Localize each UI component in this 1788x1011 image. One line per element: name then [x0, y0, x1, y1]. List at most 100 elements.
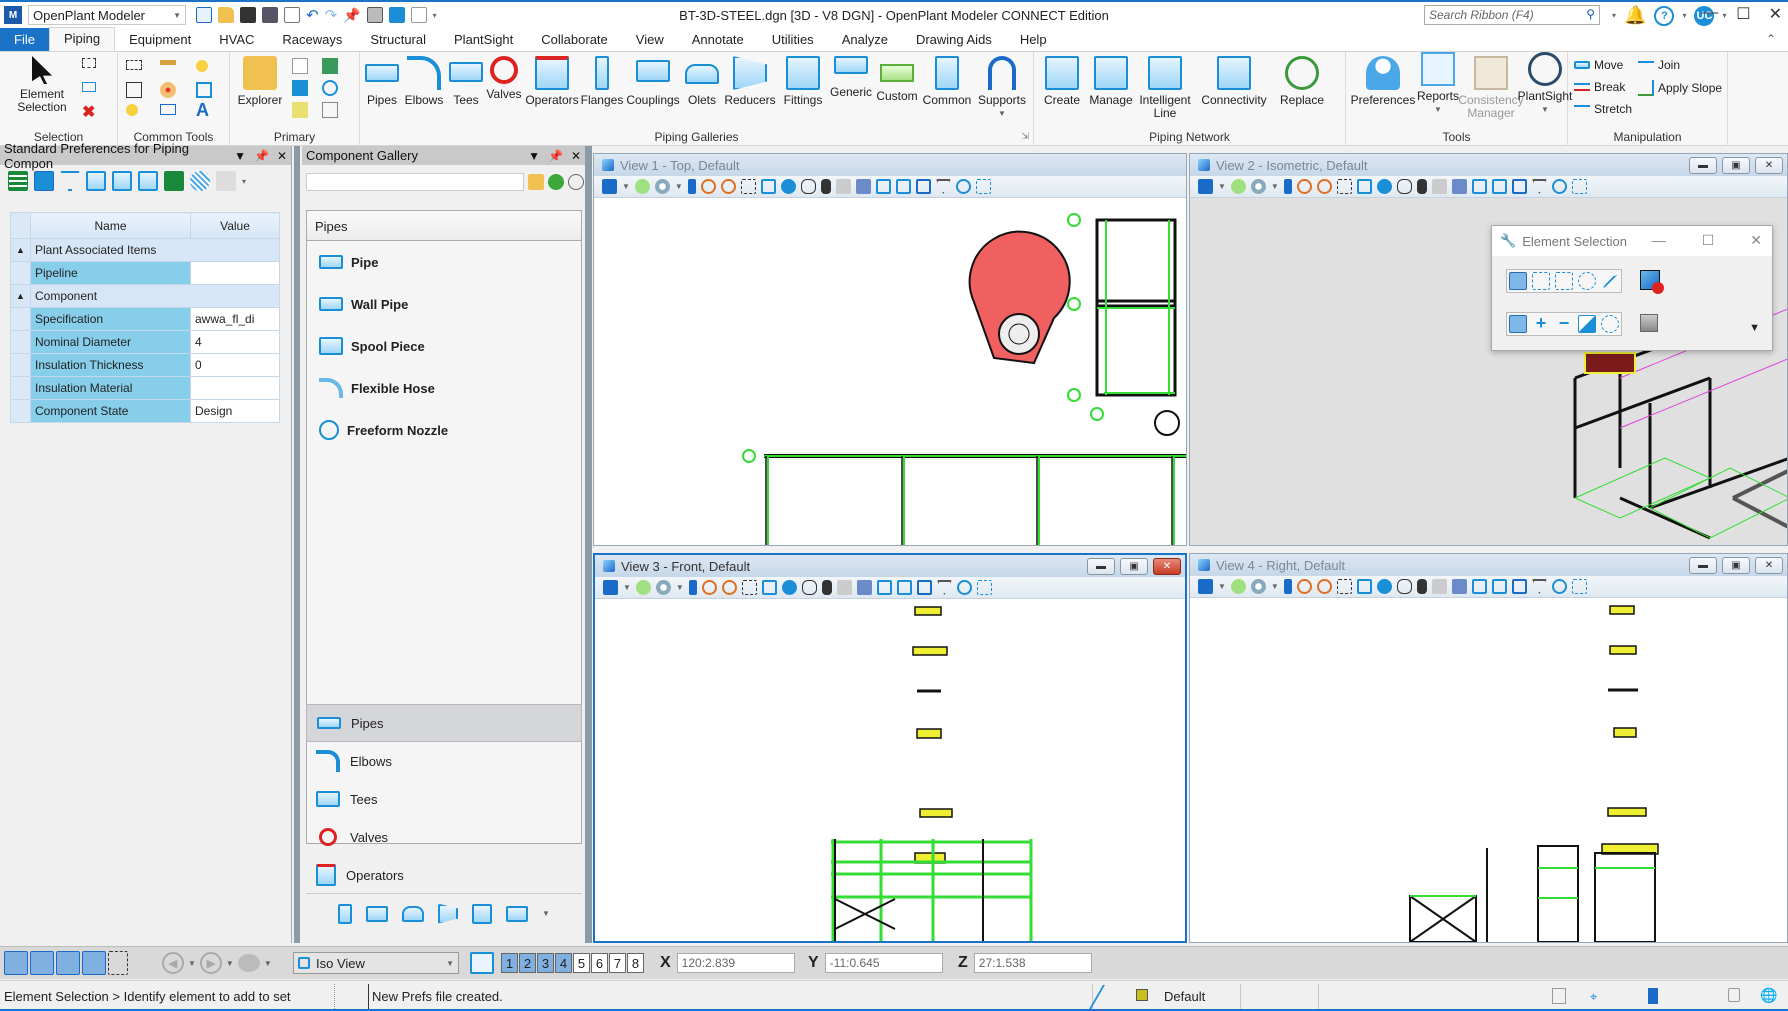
display-style-icon[interactable] — [654, 179, 670, 194]
view-attributes-icon[interactable] — [602, 179, 617, 194]
measure-button[interactable] — [160, 60, 176, 65]
tee-preference-icon[interactable] — [86, 171, 106, 191]
gallery-couplings-button[interactable]: Couplings — [624, 56, 682, 107]
pan-hand-icon[interactable] — [801, 580, 817, 595]
walk-icon[interactable] — [820, 179, 831, 194]
workflow-selector[interactable]: OpenPlant Modeler ▼ — [28, 5, 186, 25]
search-dropdown-icon[interactable]: ▾ — [1612, 11, 1616, 20]
shape-method-icon[interactable] — [1555, 272, 1573, 290]
walk-icon[interactable] — [1416, 579, 1427, 594]
fit-view-icon[interactable] — [1356, 579, 1372, 594]
v8-icon[interactable] — [196, 7, 212, 23]
restore-view-button[interactable]: ▣ — [1722, 157, 1750, 174]
app-logo-icon[interactable]: M — [4, 6, 22, 24]
minimize-view-button[interactable]: ▬ — [1689, 557, 1717, 574]
preferences-button[interactable]: Preferences — [1350, 56, 1416, 107]
pin-icon[interactable]: 📌 — [548, 149, 563, 163]
view-attributes-icon[interactable] — [603, 580, 618, 595]
view-display-icon[interactable] — [935, 179, 951, 194]
gallery-item-pipe[interactable]: Pipe — [307, 241, 581, 283]
levels-icon[interactable] — [634, 179, 650, 194]
fit-view-icon[interactable] — [761, 580, 777, 595]
zoom-in-icon[interactable] — [1296, 179, 1312, 194]
pan-hand-icon[interactable] — [1396, 179, 1412, 194]
customize-qat-icon[interactable]: ▾ — [433, 11, 437, 20]
panel-splitter[interactable] — [585, 146, 592, 943]
gallery-elbows-button[interactable]: Elbows — [402, 56, 446, 107]
close-panel-icon[interactable]: ✕ — [277, 149, 287, 163]
view-icon[interactable] — [388, 7, 405, 23]
panel-menu-icon[interactable]: ▼ — [234, 149, 246, 163]
window-area-icon[interactable] — [740, 179, 756, 194]
place-block-button[interactable] — [160, 104, 176, 115]
color-palette-button[interactable] — [160, 82, 176, 98]
overflow-chevron-icon[interactable]: ▼ — [542, 909, 550, 918]
update-view-icon[interactable] — [1283, 579, 1292, 594]
property-value[interactable]: 0 — [190, 353, 280, 377]
copy-view-icon[interactable] — [916, 580, 932, 595]
gallery-item-spool-piece[interactable]: Spool Piece — [307, 325, 581, 367]
display-style-icon[interactable] — [1250, 579, 1266, 594]
zoom-in-icon[interactable] — [1296, 579, 1312, 594]
filter-icon[interactable] — [60, 171, 80, 191]
fit-view-icon[interactable] — [1356, 179, 1372, 194]
view-attributes-icon[interactable] — [1198, 179, 1213, 194]
chevron-down-icon[interactable]: ▼ — [188, 959, 196, 968]
keypad-button[interactable] — [322, 102, 338, 118]
lock-icon[interactable] — [1136, 989, 1148, 1001]
previous-view-icon[interactable] — [876, 580, 892, 595]
pan-hand-icon[interactable] — [800, 179, 816, 194]
view-1-canvas[interactable] — [594, 198, 1186, 545]
z-coordinate-input[interactable] — [973, 953, 1092, 973]
clip-volume-icon[interactable] — [1551, 179, 1567, 194]
filter-favorites-icon[interactable] — [528, 174, 544, 190]
view-toggle-4[interactable]: 4 — [555, 953, 572, 973]
select-all-icon[interactable] — [1640, 314, 1658, 332]
property-value[interactable]: awwa_fl_di — [190, 307, 280, 331]
next-view-icon[interactable] — [1491, 579, 1507, 594]
property-value[interactable]: 4 — [190, 330, 280, 354]
zoom-grid-icon[interactable] — [216, 171, 236, 191]
update-view-icon[interactable] — [1283, 179, 1292, 194]
pin-icon[interactable]: 📌 — [254, 149, 269, 163]
gallery-nav-elbows[interactable]: Elbows — [306, 742, 582, 780]
category-row[interactable]: ▲ Component — [10, 284, 280, 308]
rotate-view-icon[interactable] — [1376, 579, 1392, 594]
display-style-icon[interactable] — [655, 580, 671, 595]
tab-drawing-aids[interactable]: Drawing Aids — [902, 29, 1006, 51]
light-button[interactable] — [196, 60, 208, 72]
property-value[interactable] — [190, 261, 280, 285]
view-toggle-6[interactable]: 6 — [591, 953, 608, 973]
tab-utilities[interactable]: Utilities — [758, 29, 828, 51]
rotate-view-icon[interactable] — [780, 179, 796, 194]
clear-selection-icon[interactable]: ✖ — [82, 102, 95, 122]
camera-icon[interactable] — [855, 179, 871, 194]
fly-icon[interactable] — [835, 179, 851, 194]
gallery-item-flexible-hose[interactable]: Flexible Hose — [307, 367, 581, 409]
collapse-ribbon-icon[interactable]: ⌃ — [1766, 32, 1776, 46]
manage-button[interactable]: Manage — [1086, 56, 1136, 107]
gallery-item-wall-pipe[interactable]: Wall Pipe — [307, 283, 581, 325]
close-panel-icon[interactable]: ✕ — [571, 149, 581, 163]
pin-icon[interactable]: 📌 — [343, 7, 360, 24]
clip-mask-icon[interactable] — [1571, 179, 1587, 194]
subtract-mode-icon[interactable]: − — [1555, 314, 1573, 333]
levels-icon[interactable] — [635, 580, 651, 595]
move-button[interactable]: Move — [1574, 58, 1623, 72]
minimize-icon[interactable]: — — [1652, 232, 1666, 249]
view-3-canvas[interactable] — [595, 599, 1185, 941]
restore-view-button[interactable]: ▣ — [1722, 557, 1750, 574]
view-toggle-5[interactable]: 5 — [573, 953, 590, 973]
category-row[interactable]: ▲ Plant Associated Items — [10, 238, 280, 262]
settings-icon[interactable] — [568, 174, 584, 190]
gallery-nav-pipes[interactable]: Pipes — [306, 704, 582, 742]
select-all-button[interactable] — [82, 58, 96, 68]
close-view-button[interactable]: ✕ — [1153, 558, 1181, 575]
elbow-preference-icon[interactable] — [112, 171, 132, 191]
walk-icon[interactable] — [1416, 179, 1427, 194]
view-mode-select[interactable]: Iso View ▼ — [293, 951, 459, 975]
view-toggle-1[interactable]: 1 — [501, 953, 518, 973]
gallery-nav-operators[interactable]: Operators — [306, 856, 582, 894]
text-cursor-icon[interactable] — [108, 951, 128, 975]
levels-button[interactable] — [292, 102, 308, 118]
